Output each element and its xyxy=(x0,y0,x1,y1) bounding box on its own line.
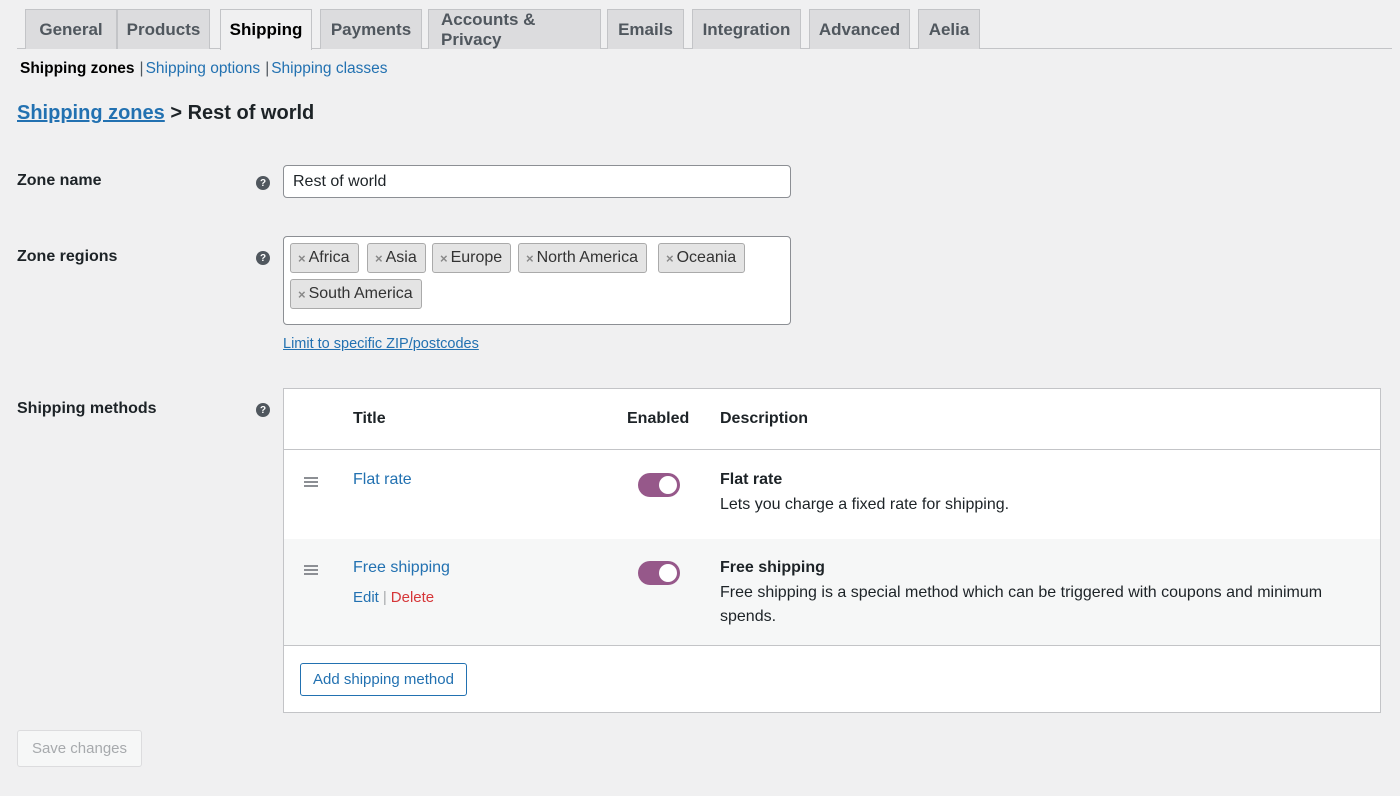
zone-name-input[interactable] xyxy=(283,165,791,198)
subnav-separator: | xyxy=(265,60,270,77)
breadcrumb-current: > Rest of world xyxy=(164,102,315,124)
row-actions: Edit | Delete xyxy=(353,589,434,606)
region-chip: × Asia xyxy=(367,243,426,273)
remove-region-icon[interactable]: × xyxy=(440,251,448,266)
enabled-toggle[interactable] xyxy=(638,473,680,497)
remove-region-icon[interactable]: × xyxy=(298,251,306,266)
subnav-separator: | xyxy=(139,60,144,77)
zone-regions-label: Zone regions xyxy=(17,248,118,265)
region-chip-label: South America xyxy=(308,285,413,302)
zone-name-label: Zone name xyxy=(17,172,102,189)
method-title-link[interactable]: Flat rate xyxy=(353,471,412,489)
shipping-subnav: Shipping zones | Shipping options | Shipping… xyxy=(20,60,388,78)
region-chip-label: North America xyxy=(536,249,638,266)
breadcrumb-shipping-zones-link[interactable]: Shipping zones xyxy=(17,102,165,124)
shipping-methods-label: Shipping methods xyxy=(17,400,157,417)
save-changes-button[interactable]: Save changes xyxy=(17,730,142,767)
region-chip-label: Africa xyxy=(308,249,350,266)
column-header-enabled: Enabled xyxy=(627,410,690,427)
enabled-toggle[interactable] xyxy=(638,561,680,585)
table-row: Flat rate Flat rate Lets you charge a fi… xyxy=(284,451,1380,539)
region-chip-label: Asia xyxy=(385,249,417,266)
region-chip: × North America xyxy=(518,243,647,273)
method-title-link[interactable]: Free shipping xyxy=(353,559,450,577)
method-description-title: Free shipping xyxy=(720,559,825,576)
region-chip: × South America xyxy=(290,279,422,309)
drag-handle-icon[interactable] xyxy=(304,477,318,489)
tab-payments[interactable]: Payments xyxy=(320,9,422,49)
subnav-shipping-classes[interactable]: Shipping classes xyxy=(271,60,387,77)
table-footer: Add shipping method xyxy=(284,645,1380,713)
region-chip-label: Oceania xyxy=(676,249,737,266)
add-shipping-method-button[interactable]: Add shipping method xyxy=(300,663,467,696)
method-description-title: Flat rate xyxy=(720,471,783,488)
method-description-text: Free shipping is a special method which … xyxy=(720,584,1323,625)
remove-region-icon[interactable]: × xyxy=(526,251,534,266)
subnav-shipping-zones: Shipping zones xyxy=(20,60,135,77)
method-description-text: Lets you charge a fixed rate for shippin… xyxy=(720,496,1010,513)
tab-general[interactable]: General xyxy=(25,9,117,49)
tab-advanced[interactable]: Advanced xyxy=(809,9,910,49)
drag-handle-icon[interactable] xyxy=(304,565,318,577)
tab-emails[interactable]: Emails xyxy=(607,9,684,49)
limit-postcodes-link[interactable]: Limit to specific ZIP/postcodes xyxy=(283,336,479,352)
action-separator: | xyxy=(382,589,387,606)
settings-tabs: General Products Shipping Payments Accou… xyxy=(17,9,1392,50)
help-icon[interactable]: ? xyxy=(256,403,270,417)
region-chip-label: Europe xyxy=(450,249,503,266)
help-icon[interactable]: ? xyxy=(256,176,270,190)
zone-regions-select[interactable]: × Africa × Asia × Europe × North America × Oc… xyxy=(283,236,791,325)
region-chip: × Africa xyxy=(290,243,359,273)
subnav-shipping-options[interactable]: Shipping options xyxy=(146,60,261,77)
column-header-title: Title xyxy=(353,410,386,427)
tab-aelia[interactable]: Aelia xyxy=(918,9,980,49)
table-header: Title Enabled Description xyxy=(284,389,1380,450)
tab-integration[interactable]: Integration xyxy=(692,9,801,49)
remove-region-icon[interactable]: × xyxy=(375,251,383,266)
breadcrumb: Shipping zones > Rest of world xyxy=(17,102,314,125)
edit-link[interactable]: Edit xyxy=(353,589,379,606)
tab-accounts-privacy[interactable]: Accounts & Privacy xyxy=(428,9,601,49)
remove-region-icon[interactable]: × xyxy=(298,287,306,302)
table-row: Free shipping Edit | Delete Free shipping … xyxy=(284,539,1380,645)
delete-link[interactable]: Delete xyxy=(391,589,434,606)
region-chip: × Oceania xyxy=(658,243,746,273)
remove-region-icon[interactable]: × xyxy=(666,251,674,266)
tab-products[interactable]: Products xyxy=(117,9,210,49)
region-chip: × Europe xyxy=(432,243,512,273)
shipping-methods-table: Title Enabled Description Flat rate Flat… xyxy=(283,388,1381,713)
column-header-description: Description xyxy=(720,410,809,427)
tab-shipping[interactable]: Shipping xyxy=(220,9,312,50)
help-icon[interactable]: ? xyxy=(256,251,270,265)
